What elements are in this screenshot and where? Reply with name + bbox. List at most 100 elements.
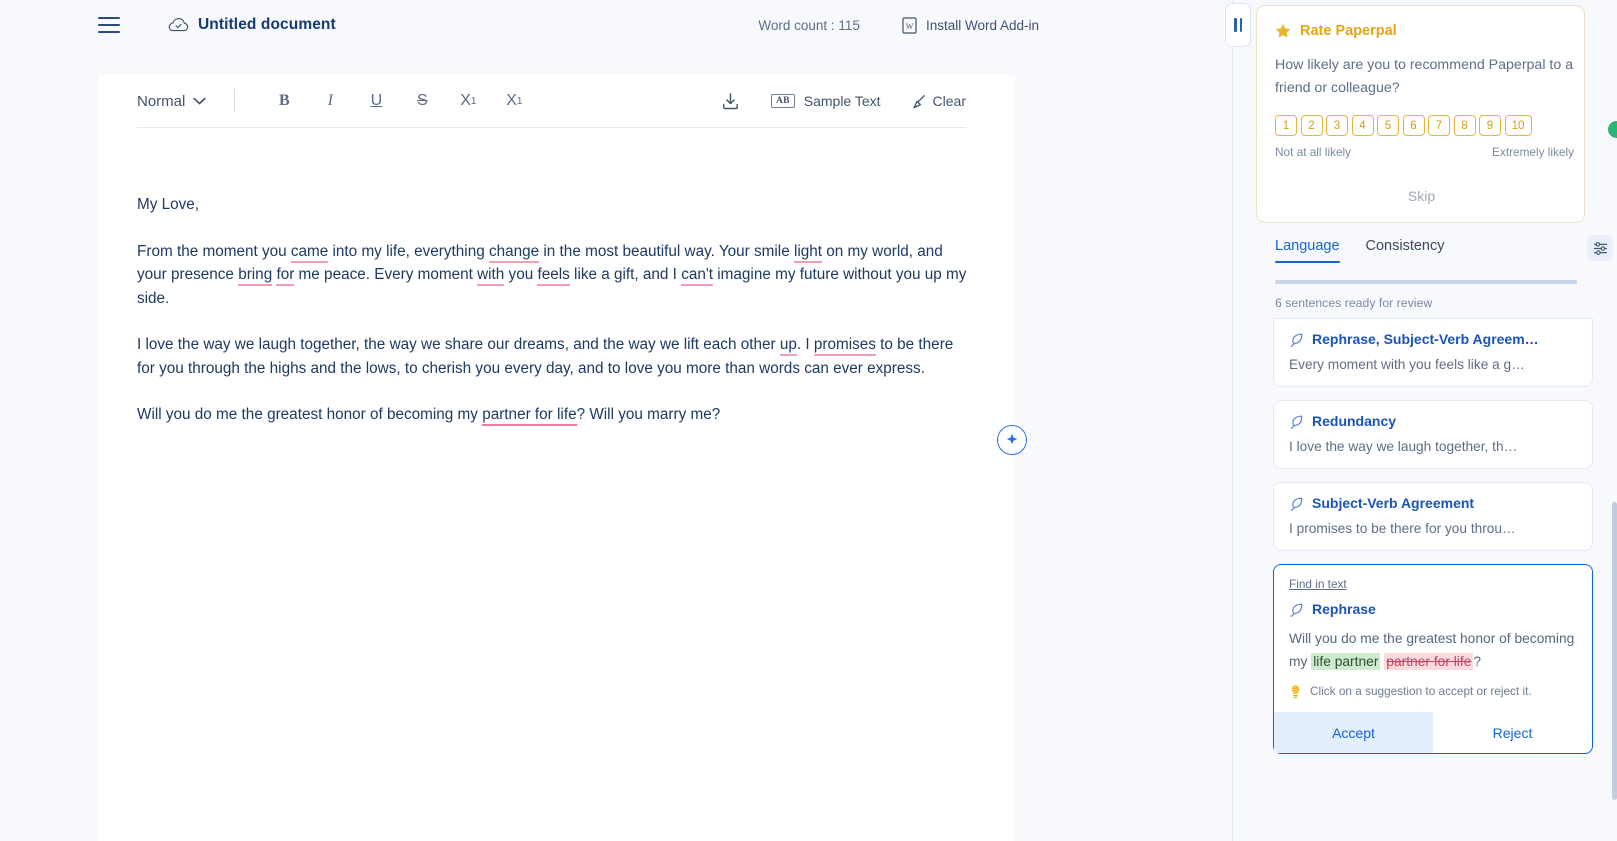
nps-legend: Not at all likely Extremely likely (1275, 145, 1574, 159)
accept-button[interactable]: Accept (1274, 712, 1433, 753)
cloud-check-icon (168, 17, 189, 33)
nps-score-5[interactable]: 5 (1377, 115, 1399, 136)
tab-language[interactable]: Language (1275, 238, 1340, 263)
superscript-marker: 1 (471, 96, 477, 107)
app-root: Untitled document Word count : 115 W Ins… (0, 0, 1617, 841)
sidebar-tabs-area: Language Consistency 6 sentences ready f… (1256, 238, 1596, 263)
superscript-base: X (460, 92, 471, 110)
grammar-error-promises[interactable]: promises (814, 336, 876, 356)
nps-score-3[interactable]: 3 (1326, 115, 1348, 136)
top-bar-right-group: Word count : 115 W Install Word Add-in (758, 0, 1039, 50)
sidebar-tabs: Language Consistency (1256, 238, 1596, 263)
sidebar-scroll-track[interactable] (1612, 232, 1617, 841)
italic-button[interactable]: I (307, 85, 353, 117)
suggestion-card-title: Subject-Verb Agreement (1312, 495, 1474, 511)
ab-badge-icon: AB (771, 94, 795, 108)
suggestion-settings-button[interactable] (1587, 235, 1613, 261)
review-progress-track (1275, 280, 1577, 284)
paragraph-3: Will you do me the greatest honor of bec… (137, 403, 973, 427)
toolbar-rule (137, 127, 966, 128)
superscript-button[interactable]: X1 (445, 85, 491, 117)
feather-icon (1289, 496, 1304, 511)
grammar-error-for[interactable]: for (276, 266, 294, 286)
subscript-base: X (506, 92, 517, 110)
feather-icon (1289, 414, 1304, 429)
expanded-card-header: Rephrase (1289, 601, 1577, 617)
editor-pane: Untitled document Word count : 115 W Ins… (0, 0, 1232, 841)
sample-text-label: Sample Text (804, 93, 881, 109)
clear-label: Clear (933, 93, 966, 109)
text-run: ? Will you marry me? (577, 406, 721, 423)
svg-text:W: W (906, 22, 914, 31)
grammar-error-cant[interactable]: can't (681, 266, 713, 286)
text-format-group: B I U S X1 X1 (261, 85, 537, 117)
document-text-area[interactable]: My Love, From the moment you came into m… (137, 193, 973, 427)
rate-card-header: Rate Paperpal (1275, 23, 1584, 39)
sample-text-button[interactable]: AB Sample Text (771, 93, 881, 109)
paragraph-style-value: Normal (137, 93, 185, 110)
find-in-text-link[interactable]: Find in text (1289, 577, 1347, 591)
nps-score-10[interactable]: 10 (1505, 115, 1532, 136)
paragraph-style-select[interactable]: Normal (137, 93, 206, 110)
nps-high-label: Extremely likely (1492, 145, 1574, 159)
collapse-bar (1234, 18, 1237, 32)
nps-score-9[interactable]: 9 (1479, 115, 1501, 136)
clear-button[interactable]: Clear (912, 93, 966, 109)
suggestion-card[interactable]: Subject-Verb Agreement I promises to be … (1273, 482, 1593, 551)
suggestion-card-list: Rephrase, Subject-Verb Agreem… Every mom… (1273, 318, 1593, 767)
ai-assist-button[interactable] (997, 425, 1027, 455)
grammar-error-with[interactable]: with (477, 266, 504, 286)
diff-insertion[interactable]: life partner (1311, 653, 1380, 670)
text-run: I love the way we laugh together, the wa… (137, 336, 780, 353)
nps-score-row: 1 2 3 4 5 6 7 8 9 10 (1275, 115, 1584, 136)
strikethrough-button[interactable]: S (399, 85, 445, 117)
nps-score-6[interactable]: 6 (1403, 115, 1425, 136)
diff-deletion[interactable]: partner for life (1384, 653, 1473, 670)
underline-button[interactable]: U (353, 85, 399, 117)
suggestion-card-text: Every moment with you feels like a g… (1289, 357, 1577, 372)
top-bar: Untitled document Word count : 115 W Ins… (0, 0, 1232, 50)
broom-icon (912, 94, 926, 109)
install-word-addin-button[interactable]: W Install Word Add-in (902, 17, 1039, 34)
suggestion-card[interactable]: Redundancy I love the way we laugh toget… (1273, 400, 1593, 469)
grammar-error-up[interactable]: up (780, 336, 797, 356)
text-run: like a gift, and I (570, 266, 681, 283)
text-run: into my life, everything (328, 243, 489, 260)
grammar-error-feels[interactable]: feels (537, 266, 569, 286)
grammar-error-change[interactable]: change (489, 243, 539, 263)
grammar-error-partner-for-life[interactable]: partner for life (482, 406, 576, 426)
reject-button[interactable]: Reject (1433, 712, 1592, 753)
paragraph-1: From the moment you came into my life, e… (137, 240, 973, 311)
bold-button[interactable]: B (261, 85, 307, 117)
skip-button[interactable]: Skip (1408, 188, 1435, 204)
nps-score-1[interactable]: 1 (1275, 115, 1297, 136)
suggestion-card-title: Redundancy (1312, 413, 1396, 429)
grammar-error-light[interactable]: light (794, 243, 822, 263)
subscript-button[interactable]: X1 (491, 85, 537, 117)
suggestion-diff: Will you do me the greatest honor of bec… (1289, 627, 1577, 673)
sidebar-scrollbar-thumb[interactable] (1612, 502, 1617, 800)
nps-score-4[interactable]: 4 (1352, 115, 1374, 136)
nps-score-2[interactable]: 2 (1301, 115, 1323, 136)
review-progress-fill (1275, 280, 1577, 284)
suggestion-card[interactable]: Rephrase, Subject-Verb Agreem… Every mom… (1273, 318, 1593, 387)
collapse-bar (1240, 18, 1243, 32)
install-word-addin-label: Install Word Add-in (926, 18, 1039, 33)
hamburger-icon[interactable] (98, 17, 120, 33)
rate-card-question: How likely are you to recommend Paperpal… (1275, 54, 1575, 100)
nps-score-8[interactable]: 8 (1454, 115, 1476, 136)
sidebar-inner: Rate Paperpal How likely are you to reco… (1256, 0, 1617, 841)
paragraph-2: I love the way we laugh together, the wa… (137, 333, 973, 380)
feather-icon (1289, 332, 1304, 347)
page-title[interactable]: Untitled document (198, 16, 336, 34)
suggestion-card-header: Redundancy (1289, 413, 1577, 429)
grammar-error-came[interactable]: came (291, 243, 328, 263)
grammar-error-bring[interactable]: bring (238, 266, 272, 286)
suggestion-card-title: Rephrase, Subject-Verb Agreem… (1312, 331, 1539, 347)
sidebar-collapse-handle[interactable] (1225, 3, 1251, 47)
download-icon[interactable] (721, 92, 740, 111)
nps-score-7[interactable]: 7 (1428, 115, 1450, 136)
tab-consistency[interactable]: Consistency (1366, 238, 1445, 263)
paragraph-salutation: My Love, (137, 193, 973, 217)
suggestion-card-expanded[interactable]: Find in text Rephrase Will you do me the… (1273, 564, 1593, 754)
